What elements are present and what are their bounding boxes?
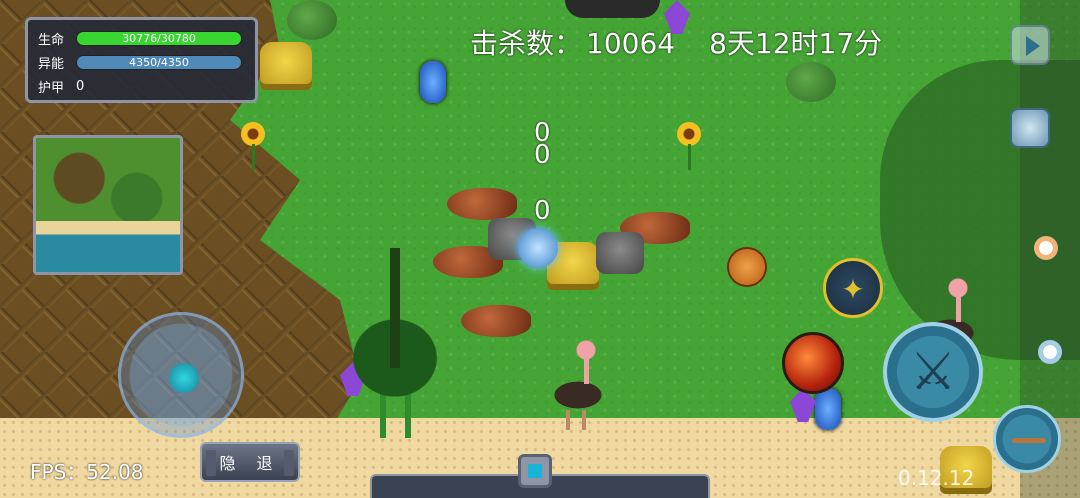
- dash-skill-icon[interactable]: [993, 405, 1061, 473]
- rock-terrain: [565, 0, 660, 18]
- hp-row: 生命 30776/30780: [38, 26, 245, 50]
- armor-label: 护甲: [38, 80, 65, 96]
- joystick-knob[interactable]: [169, 363, 199, 393]
- ostrich-enemy[interactable]: [548, 340, 608, 430]
- blue-gem-pickup[interactable]: [815, 388, 841, 430]
- beetle-enemy[interactable]: [461, 305, 531, 337]
- kill-counter: 击杀数： 10064 8天12时17分: [470, 22, 882, 62]
- energy-row: 异能 4350/4350: [38, 50, 245, 74]
- wolf-enemy[interactable]: [596, 232, 644, 274]
- hp-value: 30776/30780: [122, 31, 196, 45]
- pet-icon[interactable]: [1034, 236, 1058, 260]
- backpack-icon[interactable]: [1010, 108, 1050, 148]
- green-ostrich-boss[interactable]: [330, 248, 460, 438]
- armor-row: 护甲 0: [38, 74, 245, 98]
- hide-button[interactable]: 隐 退: [200, 442, 300, 482]
- player-character: [518, 228, 558, 268]
- game-time: 8天12时17分: [709, 27, 883, 60]
- damage-number: 0: [534, 196, 551, 226]
- sunflower-sprite: [677, 122, 701, 170]
- fireball-skill-icon[interactable]: [782, 332, 844, 394]
- movement-joystick[interactable]: [118, 312, 244, 438]
- version-label: 0.12.12: [898, 466, 975, 490]
- play-icon[interactable]: [1010, 25, 1050, 65]
- kill-count-value: 10064: [586, 27, 676, 60]
- kill-count-label: 击杀数：: [470, 27, 583, 60]
- player-stats-panel: 生命 30776/30780 异能 4350/4350 护甲 0: [25, 17, 258, 103]
- hide-button-label: 隐 退: [219, 454, 281, 473]
- fps-label: FPS：: [30, 460, 87, 484]
- sunflower-sprite: [241, 122, 265, 170]
- energy-value: 4350/4350: [129, 55, 189, 69]
- golem-enemy[interactable]: [260, 42, 312, 90]
- character-icon[interactable]: [823, 258, 883, 318]
- hp-bar: 30776/30780: [76, 30, 242, 46]
- energy-bar: 4350/4350: [76, 54, 242, 70]
- energy-label: 异能: [38, 56, 65, 72]
- pet-icon[interactable]: [1038, 340, 1062, 364]
- blue-gem-pickup[interactable]: [420, 61, 446, 103]
- damage-number: 0: [534, 140, 551, 170]
- fps-counter: FPS：52.08: [30, 456, 144, 485]
- bottom-gem-icon[interactable]: [518, 454, 552, 488]
- bush-sprite: [786, 62, 836, 102]
- bush-sprite: [287, 0, 337, 40]
- hp-label: 生命: [38, 32, 65, 48]
- armor-value: 0: [76, 78, 85, 94]
- beetle-enemy[interactable]: [447, 188, 517, 220]
- minimap[interactable]: [33, 135, 183, 275]
- fps-value: 52.08: [86, 460, 144, 484]
- crossed-swords-icon[interactable]: [883, 322, 983, 422]
- orange-coin-pickup[interactable]: [729, 249, 765, 285]
